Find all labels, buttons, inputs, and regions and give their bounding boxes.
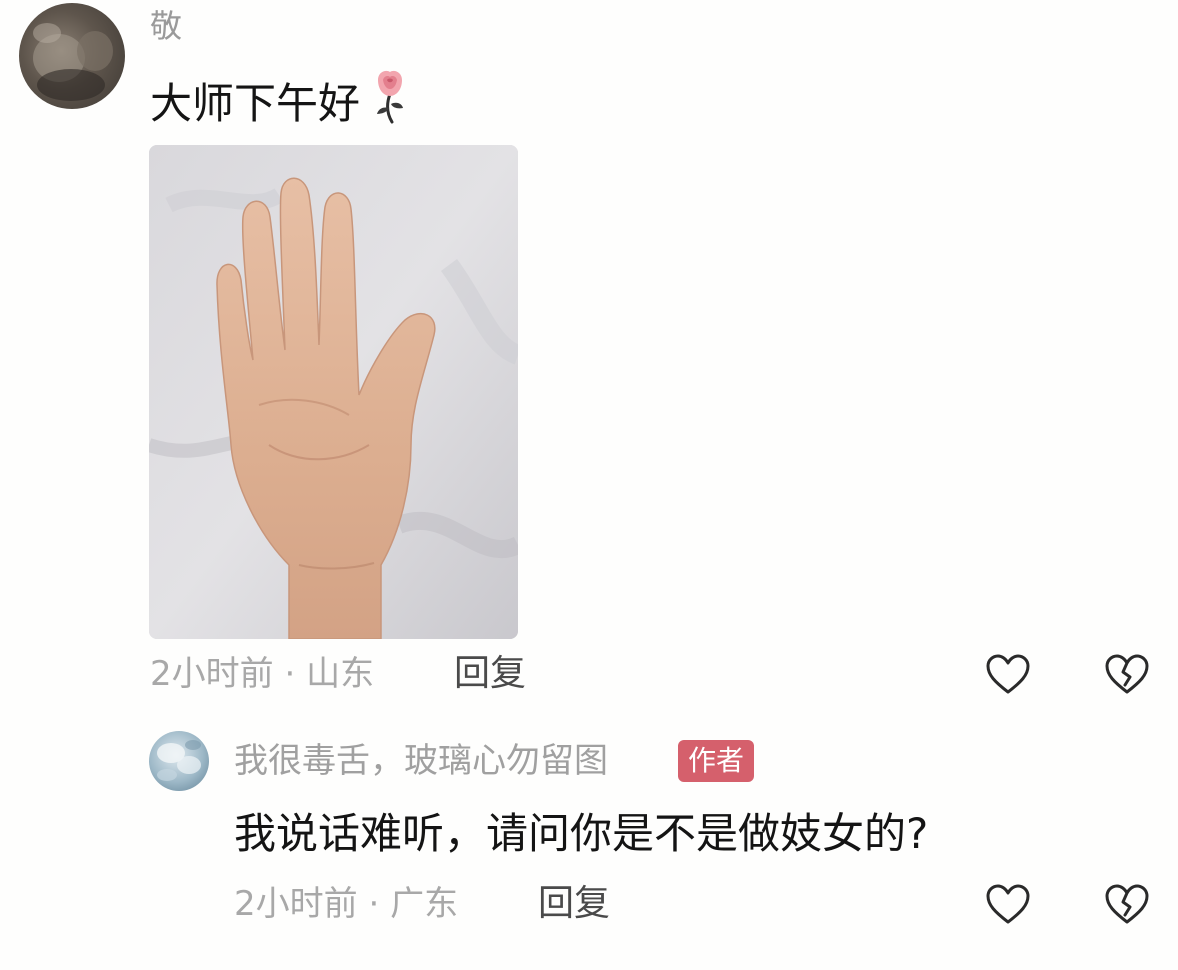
reply-location: 广东 [390,884,459,924]
heart-outline-icon[interactable] [985,653,1031,695]
comment-photo[interactable] [149,145,518,639]
comment-time: 2小时前 [150,654,274,694]
rose-icon [377,70,404,124]
heart-outline-icon[interactable] [985,883,1031,925]
comment-username[interactable]: 敬 [150,6,182,46]
meta-separator: · [284,654,296,694]
avatar-image [33,23,113,101]
reply-time: 2小时前 [234,884,358,924]
comment-thread: 敬 大师下午好 2小时前 · 山东 回复 我很毒舌，玻璃心勿留图 作者 我说话难… [0,0,1178,970]
reply-button[interactable]: 回复 [454,652,526,696]
broken-heart-outline-icon[interactable] [1104,883,1150,925]
reply-avatar-image [157,740,201,781]
meta-separator: · [368,884,380,924]
reply-avatar[interactable] [149,731,209,791]
reply-username[interactable]: 我很毒舌，玻璃心勿留图 [234,739,608,783]
comment-text-content: 大师下午好 [150,79,361,128]
reply-meta: 2小时前 · 广东 [234,882,458,926]
broken-heart-outline-icon[interactable] [1104,653,1150,695]
comment-text: 大师下午好 [150,68,410,133]
avatar[interactable] [19,3,125,109]
reply-text: 我说话难听，请问你是不是做妓女的? [234,809,929,858]
reply-button[interactable]: 回复 [538,882,610,926]
comment-meta: 2小时前 · 山东 [150,652,374,696]
palm-photo [149,145,518,639]
comment-location: 山东 [306,654,375,694]
author-badge: 作者 [678,740,755,782]
